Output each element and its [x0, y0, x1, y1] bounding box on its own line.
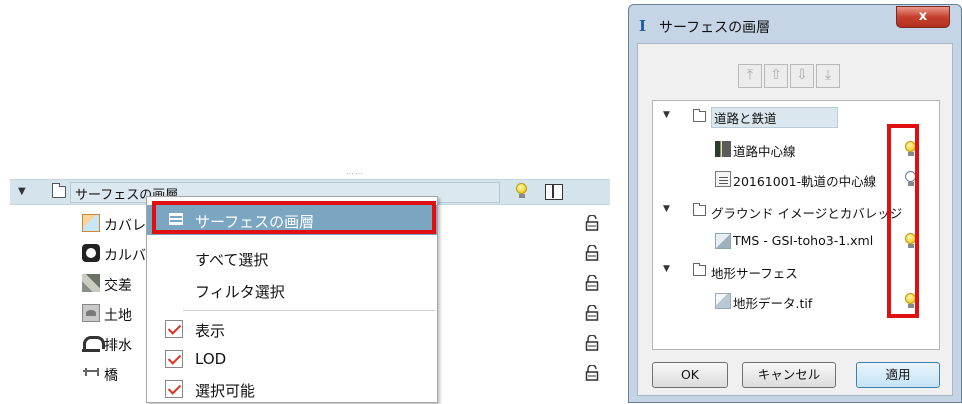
- move-up-button[interactable]: ⇧: [764, 64, 788, 88]
- collapse-caret-icon[interactable]: ▼: [663, 110, 670, 120]
- lock-icon[interactable]: [585, 245, 599, 261]
- group-label: 地形サーフェス: [711, 266, 798, 281]
- dialog-title: サーフェスの画層: [659, 20, 771, 36]
- tree-item-label: カルバ: [104, 248, 146, 264]
- collapse-caret-icon[interactable]: ▼: [663, 264, 670, 274]
- lock-icon[interactable]: [585, 335, 599, 351]
- visibility-bulb-icon[interactable]: [515, 183, 527, 199]
- menu-item-lod[interactable]: LOD: [147, 344, 437, 374]
- folder-icon: [51, 183, 66, 198]
- highlight-annotation: [152, 201, 436, 234]
- raster-layer-icon: [715, 233, 731, 249]
- layer-label: TMS - GSI-toho3-1.xml: [733, 233, 874, 248]
- resize-grip[interactable]: ……: [346, 167, 364, 176]
- land-icon: [82, 304, 100, 322]
- culvert-icon: [82, 244, 100, 262]
- move-top-button[interactable]: ⤒: [738, 64, 762, 88]
- lock-icon[interactable]: [585, 215, 599, 231]
- tree-item-label: 交差: [104, 278, 132, 294]
- group-label: 道路と鉄道: [711, 107, 838, 128]
- layer-label: 20161001-軌道の中心線: [733, 174, 877, 189]
- cancel-button[interactable]: キャンセル: [742, 362, 836, 388]
- layer-label: 地形データ.tif: [733, 296, 813, 311]
- app-icon: I: [639, 17, 647, 35]
- move-bottom-button[interactable]: ⤓: [816, 64, 840, 88]
- bridge-icon: [82, 364, 100, 382]
- move-down-icon: ⇩: [796, 67, 808, 83]
- layer-book-icon[interactable]: [545, 184, 563, 200]
- menu-item-display[interactable]: 表示: [147, 314, 437, 344]
- menu-separator: [183, 310, 435, 311]
- menu-item-selectable[interactable]: 選択可能: [147, 374, 437, 404]
- layer-label: 道路中心線: [733, 144, 796, 159]
- tree-item-label: カバレ: [104, 218, 146, 234]
- collapse-caret-icon[interactable]: ▼: [663, 204, 670, 214]
- folder-icon: [692, 202, 706, 216]
- ok-button[interactable]: OK: [652, 362, 728, 388]
- menu-item-label: フィルタ選択: [195, 283, 285, 301]
- terrain-layer-icon: [715, 293, 731, 309]
- menu-item-label: 表示: [195, 322, 226, 340]
- road-centerline-icon: [715, 141, 731, 157]
- intersection-icon: [82, 274, 100, 292]
- move-bottom-icon: ⤓: [824, 67, 832, 83]
- menu-item-label: 選択可能: [195, 382, 256, 400]
- move-down-button[interactable]: ⇩: [790, 64, 814, 88]
- checkbox-checked-icon[interactable]: [165, 320, 183, 338]
- tree-item-label: 排水: [104, 338, 132, 354]
- rail-centerline-icon: [715, 171, 731, 187]
- folder-icon: [692, 262, 706, 276]
- drainage-icon: [82, 334, 105, 352]
- menu-item-filter-select[interactable]: フィルタ選択: [147, 275, 437, 305]
- lock-icon[interactable]: [585, 365, 599, 381]
- lock-icon[interactable]: [585, 275, 599, 291]
- tree-item-label: 橋: [104, 368, 118, 384]
- coverage-icon: [82, 214, 100, 232]
- apply-button[interactable]: 適用: [856, 362, 940, 388]
- menu-item-select-all[interactable]: すべて選択: [147, 243, 437, 273]
- checkbox-checked-icon[interactable]: [165, 350, 183, 368]
- move-up-icon: ⇧: [770, 67, 782, 83]
- group-label: グラウンド イメージとカバレッジ: [711, 206, 903, 221]
- collapse-caret-icon[interactable]: ▼: [18, 186, 26, 197]
- folder-icon: [692, 108, 706, 122]
- lock-icon[interactable]: [585, 305, 599, 321]
- menu-item-label: LOD: [195, 350, 227, 368]
- tree-item-label: 土地: [104, 308, 132, 324]
- close-button[interactable]: x: [896, 6, 950, 28]
- move-top-icon: ⤒: [746, 67, 754, 83]
- highlight-annotation: [887, 124, 919, 318]
- menu-item-label: すべて選択: [195, 251, 269, 269]
- checkbox-checked-icon[interactable]: [165, 380, 183, 398]
